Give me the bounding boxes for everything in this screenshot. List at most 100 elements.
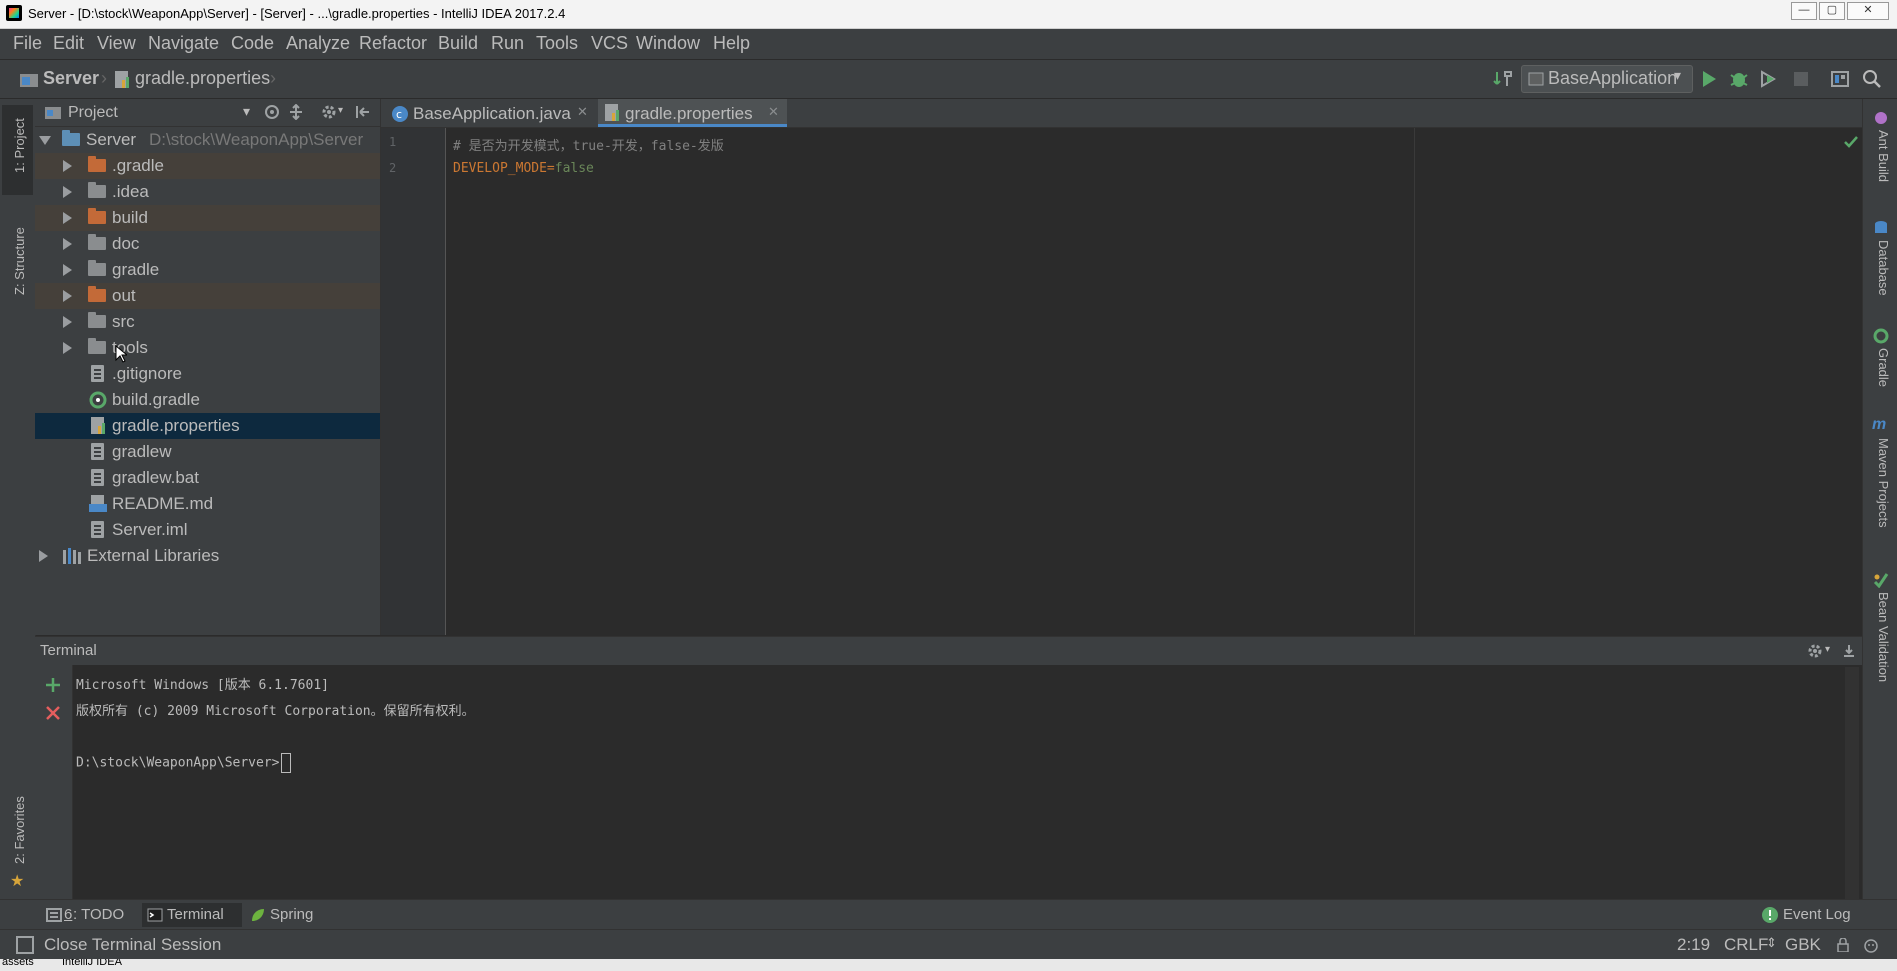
file-encoding[interactable]: GBK [1785, 935, 1821, 955]
tree-item-external-libraries[interactable]: External Libraries [35, 543, 380, 569]
lock-icon[interactable] [1836, 938, 1850, 952]
project-structure-icon[interactable] [1830, 69, 1850, 89]
hide-panel-icon[interactable] [355, 104, 371, 120]
run-icon[interactable] [1699, 69, 1719, 89]
menu-code[interactable]: Code [231, 33, 274, 54]
project-folder-icon [20, 74, 38, 87]
gear-icon[interactable] [321, 104, 337, 120]
tool-tab-database[interactable]: Database [1876, 240, 1891, 296]
taskbar-item-intellij[interactable]: IntelliJ IDEA [62, 959, 122, 968]
tree-item-label: .gradle [112, 156, 164, 175]
taskbar-item-assets[interactable]: assets [2, 959, 34, 968]
run-with-coverage-icon[interactable] [1759, 69, 1779, 89]
run-configuration-select[interactable]: BaseApplication ▾ [1521, 65, 1693, 93]
expand-arrow-icon[interactable] [63, 290, 72, 302]
tool-tab-terminal[interactable]: Terminal [142, 903, 242, 927]
terminal-scrollbar[interactable] [1845, 667, 1859, 900]
tool-tab-structure[interactable]: Z: Structure [12, 227, 27, 295]
build-hammer-icon[interactable] [1493, 69, 1513, 89]
close-session-icon[interactable] [45, 705, 61, 721]
menu-build[interactable]: Build [438, 33, 478, 54]
expand-arrow-icon[interactable] [63, 212, 72, 224]
stop-icon[interactable] [1791, 69, 1811, 89]
event-log-label: Event Log [1783, 906, 1851, 923]
expand-arrow-icon[interactable] [63, 238, 72, 250]
close-window-button[interactable]: ✕ [1847, 2, 1889, 20]
menu-analyze[interactable]: Analyze [286, 33, 350, 54]
tool-tab-todo[interactable]: 6 : TODO [42, 903, 127, 927]
new-session-plus-icon[interactable] [45, 677, 61, 693]
close-tab-icon[interactable]: ✕ [768, 104, 779, 120]
gear-dropdown-icon[interactable]: ▾ [338, 105, 343, 116]
menu-window[interactable]: Window [636, 33, 700, 54]
expand-arrow-icon[interactable] [63, 264, 72, 276]
menu-file[interactable]: File [13, 33, 42, 54]
tree-item-readme[interactable]: README.md [35, 491, 380, 517]
gear-icon[interactable] [1807, 643, 1823, 659]
menu-help[interactable]: Help [713, 33, 750, 54]
menu-vcs[interactable]: VCS [591, 33, 628, 54]
editor-tab-bar: c BaseApplication.java ✕ gradle.properti… [381, 99, 1862, 128]
tree-item-gradle[interactable]: gradle [35, 257, 380, 283]
menu-navigate[interactable]: Navigate [148, 33, 219, 54]
expand-arrow-icon[interactable] [63, 160, 72, 172]
expand-arrow-icon[interactable] [39, 136, 51, 145]
tree-item-dotgradle[interactable]: .gradle [35, 153, 380, 179]
caret-position[interactable]: 2:19 [1677, 935, 1710, 955]
menu-tools[interactable]: Tools [536, 33, 578, 54]
tool-tab-event-log[interactable]: Event Log [1759, 903, 1859, 927]
tree-item-idea[interactable]: .idea [35, 179, 380, 205]
no-problems-check-icon [1844, 136, 1858, 148]
status-message: Close Terminal Session [44, 935, 222, 954]
tool-tab-favorites[interactable]: 2: Favorites [12, 796, 27, 864]
gear-dropdown-icon[interactable]: ▾ [1825, 644, 1830, 655]
tree-item-doc[interactable]: doc [35, 231, 380, 257]
expand-arrow-icon[interactable] [39, 550, 48, 562]
toggle-tool-windows-icon[interactable] [16, 936, 34, 954]
search-everywhere-icon[interactable] [1862, 69, 1882, 89]
scroll-from-source-icon[interactable] [264, 104, 280, 120]
tool-tab-maven-projects[interactable]: Maven Projects [1876, 438, 1891, 528]
tool-tab-project[interactable]: 1: Project [12, 118, 27, 173]
tree-item-out[interactable]: out [35, 283, 380, 309]
close-tab-icon[interactable]: ✕ [577, 104, 588, 120]
tree-item-build[interactable]: build [35, 205, 380, 231]
tree-item-gradlew-bat[interactable]: gradlew.bat [35, 465, 380, 491]
expand-arrow-icon[interactable] [63, 316, 72, 328]
minimize-button[interactable]: — [1791, 2, 1817, 20]
tree-item-build-gradle[interactable]: build.gradle [35, 387, 380, 413]
collapse-all-icon[interactable] [288, 104, 304, 120]
terminal-prompt[interactable]: D:\stock\WeaponApp\Server> [76, 753, 291, 773]
menu-refactor[interactable]: Refactor [359, 33, 427, 54]
tool-tab-spring[interactable]: Spring [248, 903, 323, 927]
tab-base-application-java[interactable]: c BaseApplication.java ✕ [385, 99, 594, 127]
left-tool-stripe: 1: Project Z: Structure 2: Favorites ★ [0, 99, 36, 899]
tool-tab-bean-validation[interactable]: Bean Validation [1876, 592, 1891, 682]
hide-panel-icon[interactable] [1841, 643, 1857, 659]
tree-item-server-iml[interactable]: Server.iml [35, 517, 380, 543]
debug-icon[interactable] [1729, 69, 1749, 89]
menu-view[interactable]: View [97, 33, 136, 54]
breadcrumb-project[interactable]: Server [43, 68, 99, 89]
maximize-button[interactable]: ▢ [1819, 2, 1845, 20]
breadcrumb-file[interactable]: gradle.properties [135, 68, 270, 89]
tree-item-gradlew[interactable]: gradlew [35, 439, 380, 465]
project-view-dropdown-icon[interactable]: ▾ [243, 103, 250, 120]
tree-item-src[interactable]: src [35, 309, 380, 335]
tree-root-server[interactable]: Server D:\stock\WeaponApp\Server [35, 127, 380, 153]
right-tool-stripe: Ant Build Database Gradle m Maven Projec… [1862, 99, 1897, 899]
menu-run[interactable]: Run [491, 33, 524, 54]
code-editor[interactable]: # 是否为开发模式，true-开发，false-发版 DEVELOP_MODE=… [446, 128, 1862, 635]
tool-tab-gradle[interactable]: Gradle [1876, 348, 1891, 387]
tree-item-gitignore[interactable]: .gitignore [35, 361, 380, 387]
gradle-file-icon [89, 391, 107, 409]
tree-item-tools[interactable]: tools [35, 335, 380, 363]
expand-arrow-icon[interactable] [63, 186, 72, 198]
expand-arrow-icon[interactable] [63, 342, 72, 354]
menu-edit[interactable]: Edit [53, 33, 84, 54]
line-separator[interactable]: CRLF [1724, 935, 1768, 955]
tree-item-gradle-properties[interactable]: gradle.properties [35, 413, 380, 439]
hector-inspector-icon[interactable] [1863, 937, 1879, 953]
tool-tab-ant-build[interactable]: Ant Build [1876, 130, 1891, 182]
tab-gradle-properties[interactable]: gradle.properties ✕ [598, 99, 787, 127]
